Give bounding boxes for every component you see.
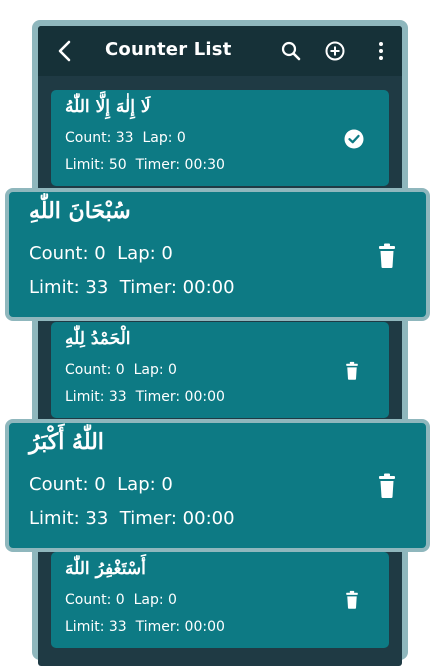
lap-label: Lap: 0	[142, 130, 186, 146]
dhikr-arabic-text: سُبْحَانَ اللّٰهِ	[29, 198, 131, 224]
limit-label: Limit: 50	[65, 157, 127, 173]
limit-timer-row: Limit: 33 Timer: 00:00	[65, 619, 225, 635]
back-arrow-icon[interactable]	[52, 38, 78, 64]
count-lap-row: Count: 0 Lap: 0	[65, 362, 177, 378]
check-circle-icon[interactable]	[343, 128, 365, 154]
counter-card[interactable]: سُبْحَانَ اللّٰهِ Count: 0 Lap: 0 Limit:…	[5, 188, 430, 321]
dhikr-arabic-text: اللّٰهُ أَكْبَرُ	[29, 429, 104, 455]
count-label: Count: 0	[29, 243, 106, 264]
lap-label: Lap: 0	[133, 592, 177, 608]
counter-card[interactable]: أَسْتَغْفِرُ اللّٰهَ Count: 0 Lap: 0 Lim…	[51, 552, 389, 648]
top-app-bar: Counter List	[38, 26, 402, 76]
trash-icon[interactable]	[344, 361, 360, 385]
count-lap-row: Count: 33 Lap: 0	[65, 130, 186, 146]
timer-label: Timer: 00:00	[119, 508, 235, 529]
limit-timer-row: Limit: 33 Timer: 00:00	[65, 389, 225, 405]
limit-label: Limit: 33	[29, 277, 109, 298]
counter-card[interactable]: لَا إِلٰهَ إِلَّا اللّٰهُ Count: 33 Lap:…	[51, 90, 389, 186]
trash-icon[interactable]	[376, 473, 398, 503]
counter-card[interactable]: الْحَمْدُ لِلّٰهِ Count: 0 Lap: 0 Limit:…	[51, 322, 389, 418]
limit-timer-row: Limit: 33 Timer: 00:00	[29, 277, 235, 298]
lap-label: Lap: 0	[133, 362, 177, 378]
count-lap-row: Count: 0 Lap: 0	[65, 592, 177, 608]
limit-timer-row: Limit: 50 Timer: 00:30	[65, 157, 225, 173]
timer-label: Timer: 00:00	[135, 389, 225, 405]
trash-icon[interactable]	[344, 590, 360, 614]
timer-label: Timer: 00:30	[135, 157, 225, 173]
timer-label: Timer: 00:00	[119, 277, 235, 298]
limit-label: Limit: 33	[65, 389, 127, 405]
limit-timer-row: Limit: 33 Timer: 00:00	[29, 508, 235, 529]
count-lap-row: Count: 0 Lap: 0	[29, 474, 173, 495]
count-label: Count: 0	[65, 592, 125, 608]
add-circle-icon[interactable]	[322, 38, 348, 64]
limit-label: Limit: 33	[65, 619, 127, 635]
limit-label: Limit: 33	[29, 508, 109, 529]
count-label: Count: 0	[65, 362, 125, 378]
counter-card[interactable]: اللّٰهُ أَكْبَرُ Count: 0 Lap: 0 Limit: …	[5, 419, 430, 552]
count-label: Count: 0	[29, 474, 106, 495]
search-icon[interactable]	[278, 38, 304, 64]
dhikr-arabic-text: لَا إِلٰهَ إِلَّا اللّٰهُ	[65, 97, 151, 117]
lap-label: Lap: 0	[117, 243, 173, 264]
count-label: Count: 33	[65, 130, 134, 146]
lap-label: Lap: 0	[117, 474, 173, 495]
timer-label: Timer: 00:00	[135, 619, 225, 635]
page-title: Counter List	[105, 39, 232, 60]
dhikr-arabic-text: أَسْتَغْفِرُ اللّٰهَ	[65, 559, 146, 579]
more-vertical-icon[interactable]	[368, 38, 394, 64]
dhikr-arabic-text: الْحَمْدُ لِلّٰهِ	[65, 329, 131, 349]
count-lap-row: Count: 0 Lap: 0	[29, 243, 173, 264]
trash-icon[interactable]	[376, 243, 398, 273]
